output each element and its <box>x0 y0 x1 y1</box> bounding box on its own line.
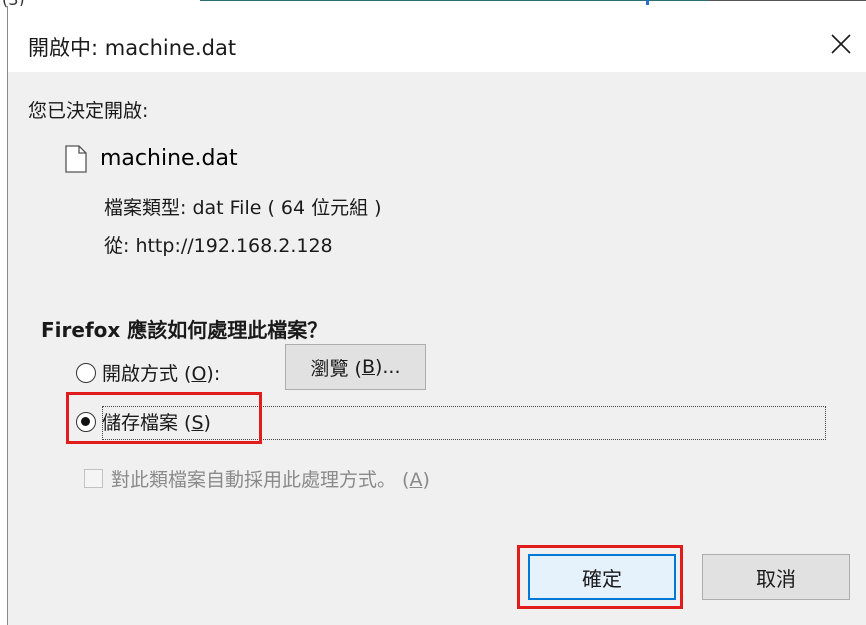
dialog-titlebar: 開啟中: machine.dat <box>8 6 866 72</box>
browse-button[interactable]: 瀏覽 (B)... <box>285 344 426 390</box>
open-with-label[interactable]: 開啟方式 (O): <box>102 359 220 386</box>
document-icon <box>65 145 87 173</box>
dialog-title: 開啟中: machine.dat <box>28 36 237 60</box>
ok-button[interactable]: 確定 <box>528 554 676 600</box>
close-button[interactable] <box>823 26 859 62</box>
open-with-option[interactable]: 開啟方式 (O): <box>76 359 220 386</box>
auto-handle-label: 對此類檔案自動採用此處理方式。 (A) <box>111 469 430 491</box>
file-name: machine.dat <box>100 146 238 171</box>
cancel-button[interactable]: 取消 <box>702 554 850 600</box>
intro-text: 您已決定開啟: <box>28 100 149 122</box>
auto-handle-option: 對此類檔案自動採用此處理方式。 (A) <box>84 465 430 492</box>
auto-handle-checkbox <box>84 469 103 488</box>
close-icon <box>831 34 851 54</box>
background-mark <box>646 0 649 5</box>
background-border-line <box>200 0 708 1</box>
file-type-text: 檔案類型: dat File ( 64 位元組 ) <box>104 197 382 219</box>
open-with-radio[interactable] <box>76 362 96 383</box>
handling-question: Firefox 應該如何處理此檔案？ <box>41 318 328 342</box>
save-file-highlight-box <box>66 392 262 444</box>
file-source-text: 從: http://192.168.2.128 <box>104 235 333 257</box>
background-border-line-dark <box>708 0 866 1</box>
open-file-dialog: 開啟中: machine.dat 您已決定開啟: machine.dat 檔案類… <box>7 6 866 625</box>
